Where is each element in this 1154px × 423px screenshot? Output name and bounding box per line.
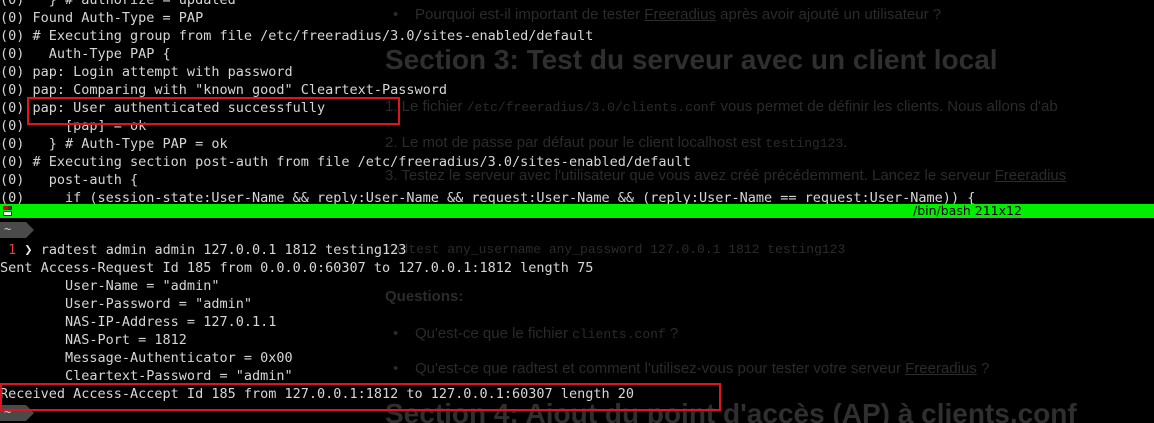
command-line[interactable]: 1 ❯ radtest admin admin 127.0.0.1 1812 t…	[0, 241, 406, 259]
debug-line: (0) } # authorize = updated	[0, 0, 236, 8]
debug-line: (0) } # Auth-Type PAP = ok	[0, 136, 228, 152]
output-line: User-Password = "admin"	[0, 296, 252, 312]
output-line: NAS-IP-Address = 127.0.1.1	[0, 314, 277, 330]
tmux-status-bar: /bin/bash 211x12	[0, 203, 1154, 218]
output-line: NAS-Port = 1812	[0, 332, 187, 348]
debug-line: (0) # Executing group from file /etc/fre…	[0, 28, 594, 44]
output-line: Message-Authenticator = 0x00	[0, 350, 293, 366]
highlight-authenticated-box	[27, 97, 400, 125]
debug-line: (0) if (session-state:User-Name && reply…	[0, 190, 976, 204]
screen: Pourquoi est-il important de tester Free…	[0, 0, 1154, 423]
shell-info: /bin/bash 211x12	[913, 203, 1022, 218]
debug-line: (0) pap: Login attempt with password	[0, 64, 293, 80]
debug-line: (0) post-auth {	[0, 172, 139, 188]
debug-line: (0) Found Auth-Type = PAP	[0, 10, 204, 26]
highlight-accept-box	[0, 383, 721, 411]
pane-marker-icon	[3, 206, 12, 216]
command-text: radtest admin admin 127.0.0.1 1812 testi…	[32, 242, 407, 258]
prompt-arrow-icon: ❯	[24, 242, 33, 258]
output-line: Sent Access-Request Id 185 from 0.0.0.0:…	[0, 260, 594, 276]
prompt-home-segment: ~	[0, 222, 34, 238]
debug-line: (0) # Executing section post-auth from f…	[0, 154, 691, 170]
debug-line: (0) Auth-Type PAP {	[0, 46, 171, 62]
output-line: User-Name = "admin"	[0, 278, 220, 294]
